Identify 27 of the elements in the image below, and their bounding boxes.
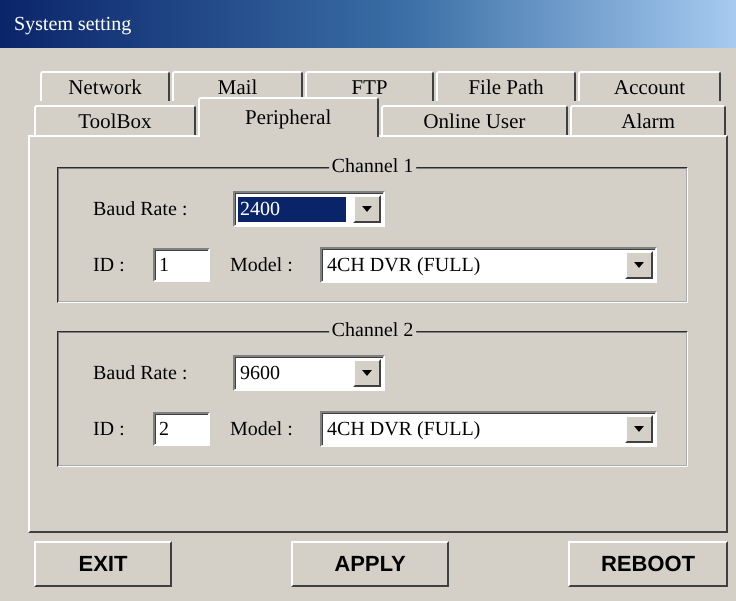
tab[interactable]: Peripheral (198, 97, 378, 137)
field-label: Model : (230, 254, 294, 276)
window-title: System setting (13, 12, 132, 36)
action-button[interactable]: REBOOT (568, 541, 728, 587)
tab[interactable]: Online User (380, 105, 568, 135)
tab[interactable]: Account (578, 71, 721, 101)
model-dropdown[interactable]: 4CH DVR (FULL) (320, 411, 657, 447)
field-label: ID : (93, 418, 126, 440)
tab[interactable]: ToolBox (34, 105, 196, 135)
model-dropdown[interactable]: 4CH DVR (FULL) (320, 247, 657, 283)
tab[interactable]: Alarm (570, 105, 726, 135)
id-input-field[interactable]: 2 (153, 412, 210, 446)
caret-icon (634, 426, 644, 432)
baud-rate-dropdown[interactable]: 9600 (233, 355, 385, 391)
caret-icon (362, 370, 372, 376)
caret-icon (634, 262, 644, 268)
tab[interactable]: File Path (436, 71, 576, 101)
tab[interactable]: Network (40, 71, 170, 101)
baud-rate-dropdown[interactable]: 2400 (233, 191, 385, 227)
action-button[interactable]: APPLY (291, 541, 449, 587)
field-label: Baud Rate : (93, 362, 188, 384)
action-button[interactable]: EXIT (34, 541, 172, 587)
caret-icon (362, 206, 372, 212)
field-label: Baud Rate : (93, 198, 188, 220)
id-input-field[interactable]: 1 (153, 248, 210, 282)
field-label: Model : (230, 418, 294, 440)
field-label: ID : (93, 254, 126, 276)
